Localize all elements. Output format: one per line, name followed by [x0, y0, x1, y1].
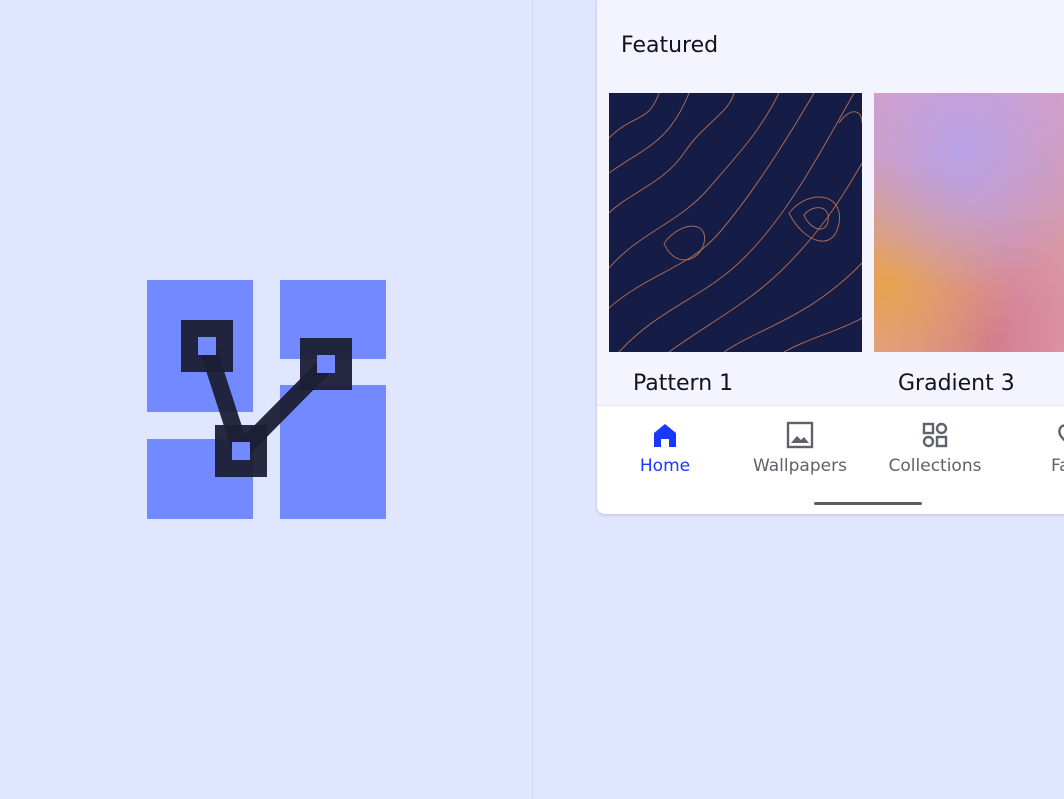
- nav-label-wallpapers: Wallpapers: [753, 456, 847, 476]
- wallpaper-card-gradient[interactable]: Gradient 3: [874, 93, 1064, 396]
- gesture-home-indicator[interactable]: [814, 502, 922, 505]
- nav-label-home: Home: [639, 456, 691, 476]
- card-title: Pattern 1: [633, 371, 734, 396]
- nav-item-wallpapers[interactable]: Wallpapers: [740, 406, 860, 494]
- wallpaper-card-pattern[interactable]: Pattern 1: [609, 93, 862, 396]
- featured-heading: Featured: [621, 33, 719, 58]
- nav-item-home[interactable]: Home: [605, 406, 725, 494]
- pastel-gradient-thumbnail: [874, 93, 1064, 352]
- phone-app-preview: Featured Pattern 1 Gradient 3 Home Wallp…: [597, 0, 1064, 514]
- home-icon: [651, 421, 679, 449]
- topographic-pattern-thumbnail: [609, 93, 862, 352]
- panel-divider: [532, 0, 533, 799]
- nav-item-favorites[interactable]: Favc: [1010, 406, 1064, 494]
- app-canvas: Featured Pattern 1 Gradient 3 Home Wallp…: [0, 0, 1064, 799]
- nav-label-collections: Collections: [888, 456, 982, 476]
- bottom-navigation: Home Wallpapers Collections F: [597, 405, 1064, 514]
- heart-icon: [1056, 421, 1064, 449]
- card-title: Gradient 3: [898, 371, 1015, 396]
- nav-item-collections[interactable]: Collections: [875, 406, 995, 494]
- graph-nodes-logo-icon: [146, 279, 387, 520]
- nav-label-favorites: Favc: [1050, 456, 1064, 476]
- collections-icon: [921, 421, 949, 449]
- image-icon: [786, 421, 814, 449]
